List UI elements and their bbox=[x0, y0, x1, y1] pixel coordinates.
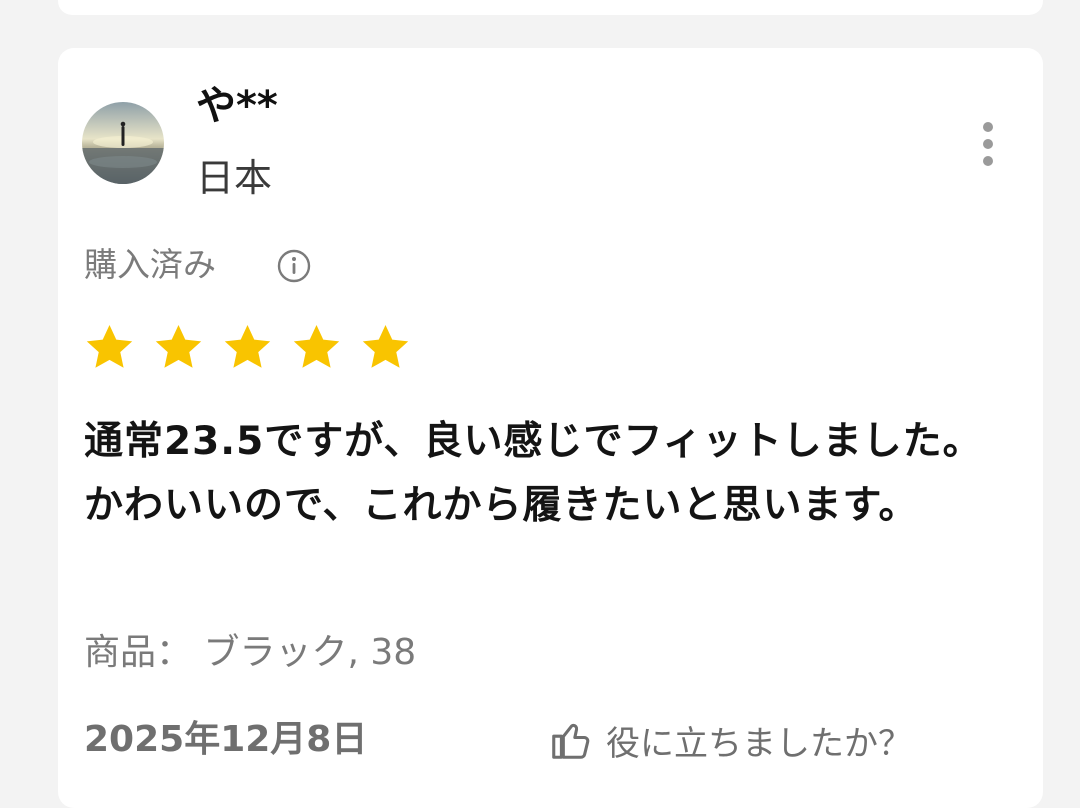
star-icon bbox=[293, 325, 340, 368]
info-icon[interactable] bbox=[276, 248, 312, 284]
star-icon bbox=[86, 325, 133, 368]
avatar-photo bbox=[82, 102, 164, 184]
product-value: ブラック, 38 bbox=[203, 632, 417, 673]
review-text: 通常23.5ですが、良い感じでフィットしました。かわいいので、これから履きたいと… bbox=[84, 419, 983, 528]
star-icon bbox=[362, 325, 409, 368]
avatar[interactable] bbox=[82, 102, 164, 184]
product-variant: 商品： ブラック, 38 bbox=[84, 626, 416, 680]
purchased-badge: 購入済み bbox=[84, 245, 216, 284]
reviewer-name: や** bbox=[196, 83, 278, 129]
review-date: 2025年12月8日 bbox=[84, 719, 368, 760]
rating-stars bbox=[82, 320, 413, 376]
star-icon bbox=[155, 325, 202, 368]
thumbs-up-icon bbox=[552, 723, 590, 759]
reviewer-country: 日本 bbox=[196, 156, 273, 200]
more-options-icon[interactable] bbox=[970, 116, 1006, 172]
product-label: 商品： bbox=[84, 632, 193, 673]
previous-review-card bbox=[58, 0, 1043, 15]
star-icon bbox=[224, 325, 271, 368]
helpful-label: 役に立ちましたか？ bbox=[606, 723, 912, 764]
helpful-button[interactable]: 役に立ちましたか？ bbox=[548, 708, 912, 772]
